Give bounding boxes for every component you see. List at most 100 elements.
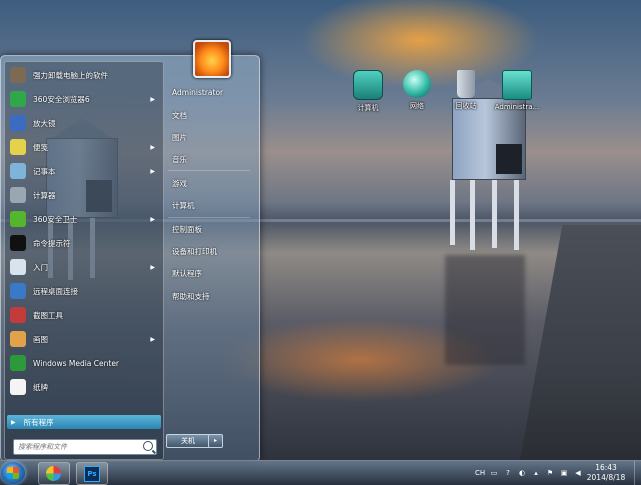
desktop-icon-label: 网络 <box>410 102 424 110</box>
start-program-label: 计算器 <box>33 190 56 200</box>
desktop-icon-recycle-bin[interactable]: 回收站 <box>443 70 489 111</box>
submenu-arrow-icon[interactable]: ▶ <box>150 336 155 343</box>
360-browser-icon <box>10 91 26 107</box>
remote-desktop-icon <box>10 283 26 299</box>
start-menu-program-list: 强力卸载电脑上的软件 360安全浏览器6 ▶ 放大镜便笺 ▶ 记事本 ▶ 计算器 360安全卫士… <box>4 61 164 460</box>
snipping-tool-icon <box>10 307 26 323</box>
show-desktop-button[interactable] <box>634 461 641 485</box>
start-program-item[interactable]: 入门 ▶ <box>5 256 161 278</box>
desktop-icon-network[interactable]: 网络 <box>394 70 440 111</box>
start-program-label: 命令提示符 <box>33 238 71 248</box>
start-program-item[interactable]: 截图工具 <box>5 304 161 326</box>
start-program-label: 画图 <box>33 334 48 344</box>
start-program-label: 远程桌面连接 <box>33 286 78 296</box>
start-right-default-programs[interactable]: 默认程序 <box>172 268 202 279</box>
start-program-label: 截图工具 <box>33 310 63 320</box>
user-folder-icon <box>502 70 532 100</box>
start-program-item[interactable]: 画图 ▶ <box>5 328 161 350</box>
all-programs-button[interactable]: ▶ 所有程序 <box>7 415 161 429</box>
play-arrow-icon: ▶ <box>11 418 16 426</box>
start-program-label: 强力卸载电脑上的软件 <box>33 70 108 80</box>
system-tray: CH ▭? ◐ ▴ ⚑ ▣ ◀ <box>475 464 583 482</box>
start-program-label: 360安全卫士 <box>33 214 78 224</box>
calculator-icon <box>10 187 26 203</box>
start-right-devices-printers[interactable]: 设备和打印机 <box>172 246 217 257</box>
solitaire-icon <box>10 379 26 395</box>
sticky-notes-icon <box>10 139 26 155</box>
photoshop-icon: Ps <box>84 466 100 482</box>
tray-icon[interactable]: ▴ <box>531 468 541 478</box>
start-program-label: 入门 <box>33 262 48 272</box>
start-program-item[interactable]: 计算器 <box>5 184 161 206</box>
desktop-icon-administrator[interactable]: Administra... <box>492 70 542 111</box>
start-program-label: Windows Media Center <box>33 358 120 368</box>
start-right-control-panel[interactable]: 控制面板 <box>172 224 202 235</box>
submenu-arrow-icon[interactable]: ▶ <box>150 96 155 103</box>
start-program-item[interactable]: Windows Media Center <box>5 352 161 374</box>
shutdown-button[interactable]: 关机 <box>166 434 210 448</box>
network-icon <box>403 70 431 98</box>
start-program-label: 放大镜 <box>33 118 56 128</box>
paint-icon <box>10 331 26 347</box>
start-right-documents[interactable]: 文档 <box>172 110 187 121</box>
tray-icon[interactable]: CH <box>475 468 485 478</box>
360-app-icon <box>46 466 61 481</box>
start-menu: 强力卸载电脑上的软件 360安全浏览器6 ▶ 放大镜便笺 ▶ 记事本 ▶ 计算器 360安全卫士… <box>0 55 260 462</box>
windows-logo-icon <box>7 467 19 479</box>
start-program-label: 记事本 <box>33 166 56 176</box>
start-right-help-support[interactable]: 帮助和支持 <box>172 291 210 302</box>
start-program-label: 纸牌 <box>33 382 48 392</box>
lighthouse-right-reflection <box>445 255 525 365</box>
start-program-item[interactable]: 命令提示符 <box>5 232 161 254</box>
desktop-icon-computer[interactable]: 计算机 <box>345 70 391 113</box>
start-program-label: 360安全浏览器6 <box>33 94 90 104</box>
clock-date: 2014/8/18 <box>586 473 626 482</box>
desktop-icon-label: 回收站 <box>455 102 477 110</box>
start-search-input[interactable] <box>14 441 138 453</box>
taskbar-photoshop[interactable]: Ps <box>76 462 108 485</box>
taskbar-clock[interactable]: 16:43 2014/8/18 <box>581 463 631 483</box>
start-right-administrator[interactable]: Administrator <box>172 88 223 97</box>
recycle-bin-icon <box>457 70 475 98</box>
submenu-arrow-icon[interactable]: ▶ <box>150 216 155 223</box>
tray-icon[interactable]: ▣ <box>559 468 569 478</box>
start-program-item[interactable]: 强力卸载电脑上的软件 <box>5 64 161 86</box>
start-program-item[interactable]: 便笺 ▶ <box>5 136 161 158</box>
getting-started-icon <box>10 259 26 275</box>
notepad-icon <box>10 163 26 179</box>
start-program-item[interactable]: 远程桌面连接 <box>5 280 161 302</box>
start-program-item[interactable]: 360安全卫士 ▶ <box>5 208 161 230</box>
tray-icon[interactable]: ▭ <box>489 468 499 478</box>
clock-time: 16:43 <box>595 463 617 472</box>
submenu-arrow-icon[interactable]: ▶ <box>150 168 155 175</box>
start-program-item[interactable]: 360安全浏览器6 ▶ <box>5 88 161 110</box>
shutdown-options-button[interactable]: ▸ <box>208 434 223 448</box>
submenu-arrow-icon[interactable]: ▶ <box>150 264 155 271</box>
taskbar-360-app[interactable] <box>38 462 70 485</box>
start-button[interactable] <box>1 462 25 484</box>
start-program-item[interactable]: 记事本 ▶ <box>5 160 161 182</box>
tray-icon[interactable]: ? <box>503 468 513 478</box>
tray-icon[interactable]: ⚑ <box>545 468 555 478</box>
start-program-item[interactable]: 放大镜 <box>5 112 161 134</box>
360-safeguard-icon <box>10 211 26 227</box>
desktop-icon-label: Administra... <box>494 103 540 111</box>
all-programs-label: 所有程序 <box>23 417 54 427</box>
start-program-item[interactable]: 纸牌 <box>5 376 161 398</box>
computer-icon <box>353 70 383 100</box>
start-right-games[interactable]: 游戏 <box>172 178 187 189</box>
uninstaller-icon <box>10 67 26 83</box>
start-right-pictures[interactable]: 图片 <box>172 132 187 143</box>
search-icon[interactable] <box>143 441 153 451</box>
command-prompt-icon <box>10 235 26 251</box>
tray-icon[interactable]: ◐ <box>517 468 527 478</box>
start-search-box[interactable] <box>13 439 157 455</box>
media-center-icon <box>10 355 26 371</box>
start-program-label: 便笺 <box>33 142 48 152</box>
start-right-computer[interactable]: 计算机 <box>172 200 195 211</box>
submenu-arrow-icon[interactable]: ▶ <box>150 144 155 151</box>
taskbar: Ps CH ▭? ◐ ▴ ⚑ ▣ ◀ 16:43 2014/8/18 <box>0 460 641 485</box>
user-avatar[interactable] <box>193 40 231 78</box>
menu-separator <box>168 170 250 171</box>
start-right-music[interactable]: 音乐 <box>172 154 187 165</box>
